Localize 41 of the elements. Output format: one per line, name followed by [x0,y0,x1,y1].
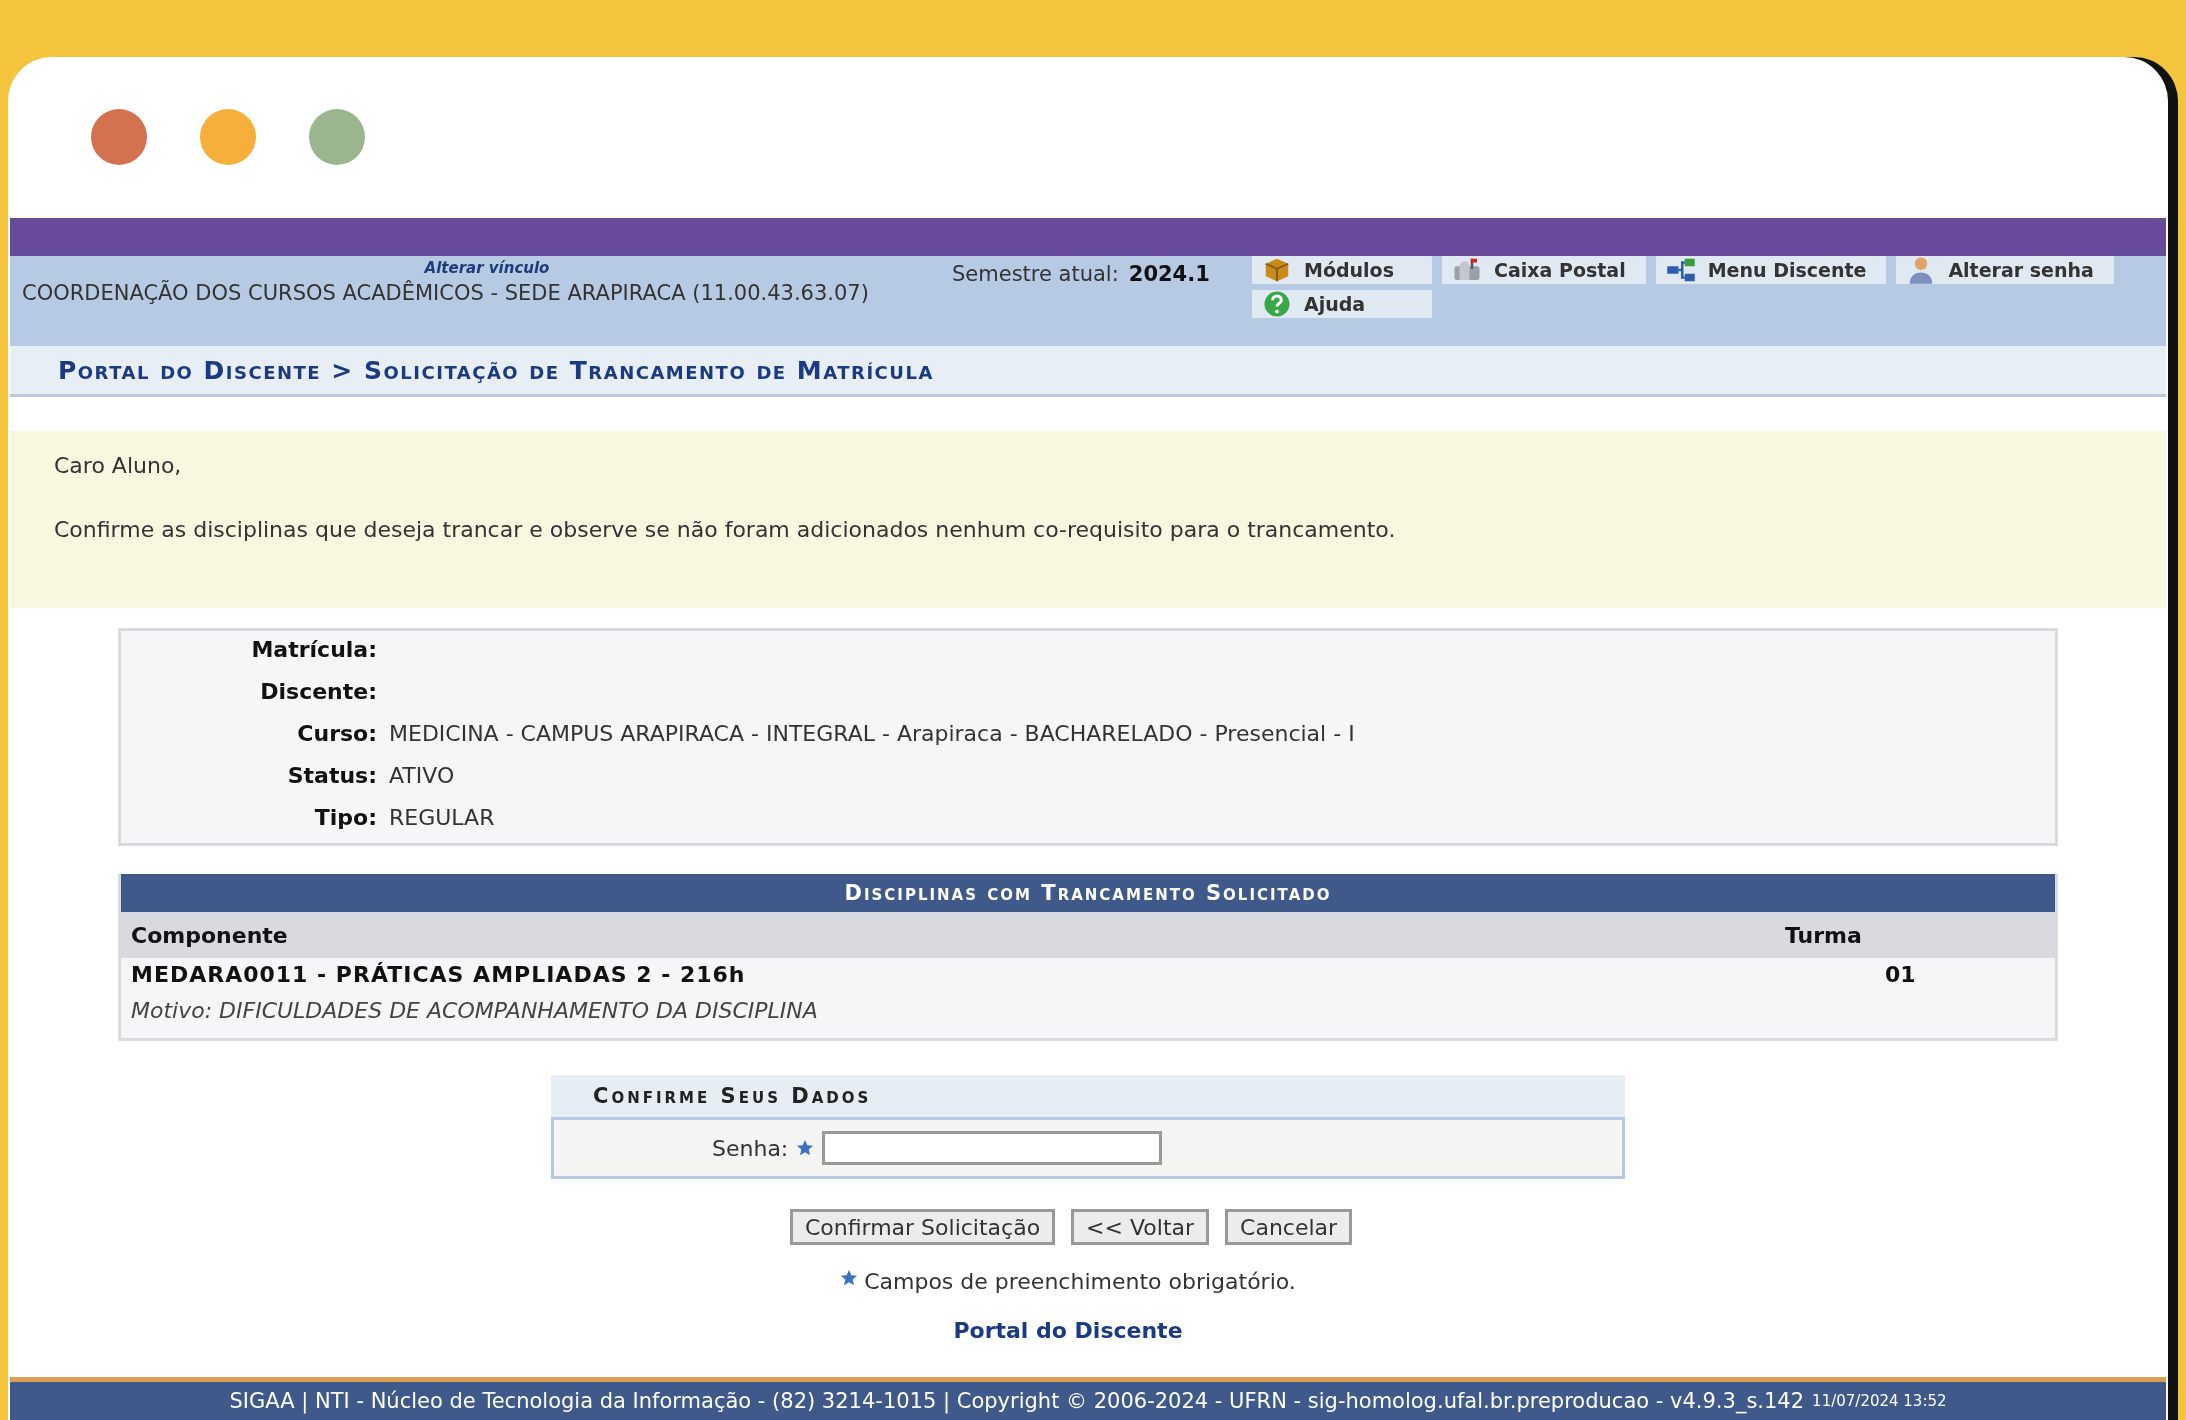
field-label: Matrícula: [250,637,377,664]
required-note: Campos de preenchimento obrigatório. [864,1269,1296,1294]
window-minimize-dot[interactable] [200,109,256,165]
field-label: Discente: [259,679,377,706]
field-value: ATIVO [389,763,456,790]
form-button[interactable]: << Voltar [1071,1209,1210,1245]
field-value: REGULAR [389,805,496,832]
form-button[interactable]: Confirmar Solicitação [789,1209,1056,1245]
field-label: Senha: [712,1135,789,1161]
menu-link[interactable]: Alterar senha [1896,256,2114,284]
window-maximize-dot[interactable] [309,109,365,165]
required-star-icon [840,1269,859,1287]
section-header: Confirme Seus Dados [551,1075,1625,1120]
form-button[interactable]: Cancelar [1225,1209,1353,1245]
unit-name: COORDENAÇÃO DOS CURSOS ACADÊMICOS - SEDE ARAPIRACA (11.00.43.63.07) [22,281,870,305]
footer-text: SIGAA | NTI - Núcleo de Tecnologia da Informação - (82) 3214-1015 | Copyright © 2006-2024 - UFRN - sig-homolog.ufal.br.preproducao - v4.9.3_s.142 [229,1389,1805,1413]
window-close-dot[interactable] [91,109,147,165]
semester-value: 2024.1 [1128,262,1210,286]
field-label: Curso: [296,721,377,748]
column-header: Turma [1785,922,1863,948]
menu-link[interactable]: Menu Discente [1655,256,1887,284]
reason-text: Motivo: DIFICULDADES DE ACOMPANHAMENTO DA DISCIPLINA [131,998,819,1025]
help-icon [1262,289,1292,319]
footer-timestamp: 11/07/2024 13:52 [1812,1392,1947,1410]
column-header: Componente [131,922,289,948]
semester-label: Semestre atual: [952,262,1119,286]
menu-link[interactable]: Ajuda [1252,290,1432,318]
menu-link[interactable]: Módulos [1252,256,1432,284]
password-field[interactable] [822,1131,1163,1165]
table-title-bar: Disciplinas com Trancamento Solicitado [121,874,2055,912]
change-link-link[interactable]: Alterar vínculo [424,259,550,277]
field-value: MEDICINA - CAMPUS ARAPIRACA - INTEGRAL - Arapiraca - BACHARELADO - Presencial - I [389,721,1356,748]
breadcrumb-title: Portal do Discente > Solicitação de Trancamento de Matrícula [58,355,934,385]
notice-text: Caro Aluno, [54,453,183,478]
notice-text: Confirme as disciplinas que deseja trancar e observe se não foram adicionados nenhum co-requisito para o trancamento. [54,517,1397,542]
portal-link[interactable]: Portal do Discente [953,1318,1183,1343]
menu-link[interactable]: Caixa Postal [1442,256,1646,284]
field-label: Status: [286,763,377,790]
field-label: Tipo: [313,805,377,832]
table-cell-text: MEDARA0011 - PRÁTICAS AMPLIADAS 2 - 216h [131,962,747,989]
table-cell-text: 01 [1884,962,1917,989]
